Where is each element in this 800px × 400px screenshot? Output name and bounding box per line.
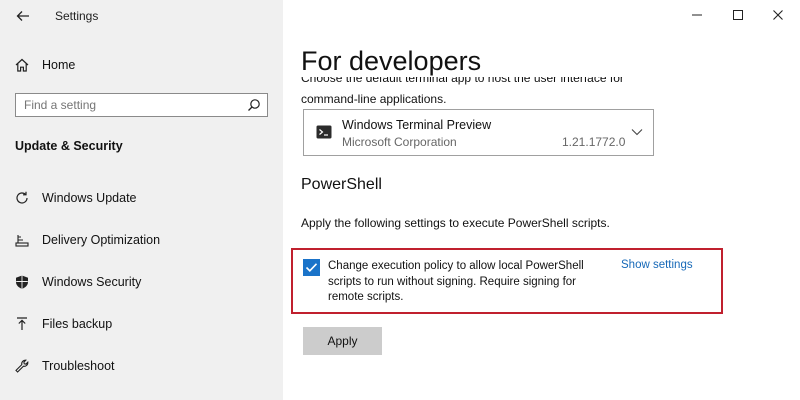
wrench-icon: [13, 357, 31, 375]
close-button[interactable]: [760, 0, 796, 30]
terminal-app-name: Windows Terminal Preview: [342, 118, 492, 132]
maximize-icon: [733, 10, 743, 20]
sidebar-item-label: Home: [42, 58, 76, 72]
sidebar-item-label: Delivery Optimization: [42, 233, 161, 247]
shield-icon: [13, 273, 31, 291]
apply-button[interactable]: Apply: [303, 327, 382, 355]
sidebar-item-delivery-optimization[interactable]: Delivery Optimization: [0, 225, 283, 255]
powershell-heading: PowerShell: [301, 176, 382, 193]
close-icon: [773, 10, 783, 20]
sidebar-item-home[interactable]: Home: [0, 50, 283, 80]
sidebar: Settings Home Update & Security Windows …: [0, 0, 283, 400]
back-button[interactable]: [14, 7, 32, 25]
terminal-app-dropdown[interactable]: Windows Terminal Preview Microsoft Corpo…: [303, 109, 654, 156]
sidebar-item-label: Files backup: [42, 317, 113, 331]
sidebar-item-label: Windows Security: [42, 275, 142, 289]
search-field[interactable]: [15, 93, 268, 117]
terminal-app-icon: [316, 125, 332, 139]
terminal-app-version: 1.21.1772.0: [562, 135, 626, 149]
powershell-description: Apply the following settings to execute …: [301, 216, 610, 230]
minimize-button[interactable]: [679, 0, 715, 30]
terminal-description-line1: Choose the default terminal app to host …: [301, 77, 624, 85]
upload-arrow-icon: [13, 315, 31, 333]
chevron-down-icon: [631, 129, 643, 136]
sidebar-item-files-backup[interactable]: Files backup: [0, 309, 283, 339]
terminal-app-publisher: Microsoft Corporation: [342, 135, 457, 149]
app-title: Settings: [55, 9, 99, 23]
sidebar-item-windows-security[interactable]: Windows Security: [0, 267, 283, 297]
terminal-description: command-line applications.: [301, 92, 447, 106]
home-icon: [13, 56, 31, 74]
sidebar-item-windows-update[interactable]: Windows Update: [0, 183, 283, 213]
terminal-description-partial: Choose the default terminal app to host …: [301, 77, 624, 85]
execution-policy-label: Change execution policy to allow local P…: [328, 260, 584, 303]
minimize-icon: [692, 14, 702, 16]
show-settings-link[interactable]: Show settings: [621, 259, 693, 271]
delivery-optimization-icon: [13, 231, 31, 249]
section-title: Update & Security: [15, 139, 123, 153]
search-input[interactable]: [24, 96, 224, 114]
page-title: For developers: [301, 46, 482, 76]
back-arrow-icon: [16, 11, 29, 21]
checkmark-icon: [305, 263, 318, 272]
refresh-icon: [13, 189, 31, 207]
sidebar-item-label: Windows Update: [42, 191, 137, 205]
main-content: For developers Choose the default termin…: [283, 0, 800, 400]
maximize-button[interactable]: [720, 0, 756, 30]
sidebar-item-label: Troubleshoot: [42, 359, 115, 373]
search-icon: [248, 99, 260, 111]
sidebar-item-troubleshoot[interactable]: Troubleshoot: [0, 351, 283, 381]
execution-policy-checkbox[interactable]: [303, 259, 320, 276]
